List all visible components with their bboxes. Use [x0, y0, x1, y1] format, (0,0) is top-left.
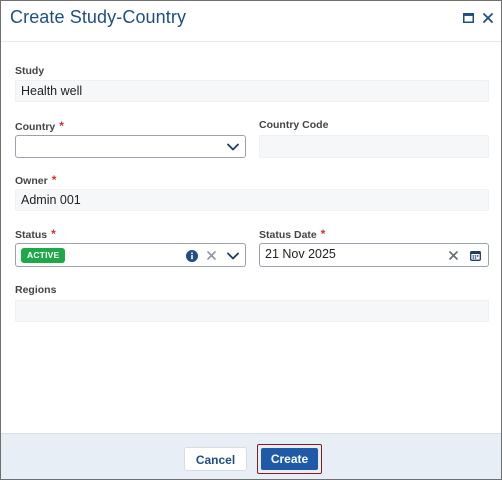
study-value: Health well [21, 84, 83, 98]
status-badge: ACTIVE [21, 248, 66, 263]
study-label: Study [15, 65, 45, 77]
chevron-down-icon[interactable] [227, 141, 239, 153]
create-study-country-dialog: Create Study-Country Study Health well C… [0, 0, 502, 480]
required-mark: * [51, 227, 56, 241]
owner-label: Owner * [15, 173, 57, 187]
country-select[interactable] [15, 135, 246, 158]
regions-label: Regions [15, 284, 57, 296]
status-date-value: 21 Nov 2025 [265, 247, 336, 261]
clear-icon[interactable] [448, 250, 459, 261]
required-mark: * [320, 227, 326, 241]
status-select[interactable]: ACTIVE [15, 243, 246, 267]
info-icon[interactable] [185, 249, 198, 262]
calendar-icon[interactable] [469, 249, 481, 261]
study-field: Health well [15, 80, 489, 102]
regions-field [15, 300, 489, 322]
status-date-input[interactable]: 21 Nov 2025 [259, 243, 489, 267]
dialog-footer: Cancel Create [1, 433, 501, 479]
create-button[interactable]: Create [261, 448, 318, 470]
dialog-header: Create Study-Country [1, 1, 501, 39]
close-icon[interactable] [480, 10, 496, 26]
country-code-label: Country Code [259, 119, 329, 131]
dialog-title: Create Study-Country [10, 7, 187, 27]
window-maximize-icon[interactable] [460, 10, 476, 26]
country-label: Country * [15, 119, 64, 133]
country-code-field [259, 135, 489, 158]
create-button-focus-ring: Create [257, 444, 322, 474]
owner-value: Admin 001 [21, 193, 81, 207]
required-mark: * [51, 173, 57, 187]
required-mark: * [59, 119, 64, 133]
status-label: Status * [15, 227, 56, 241]
chevron-down-icon[interactable] [227, 250, 239, 262]
status-date-label: Status Date * [259, 227, 326, 241]
owner-field: Admin 001 [15, 189, 489, 211]
clear-icon[interactable] [206, 250, 217, 261]
cancel-button[interactable]: Cancel [184, 447, 247, 471]
header-divider [1, 41, 501, 42]
